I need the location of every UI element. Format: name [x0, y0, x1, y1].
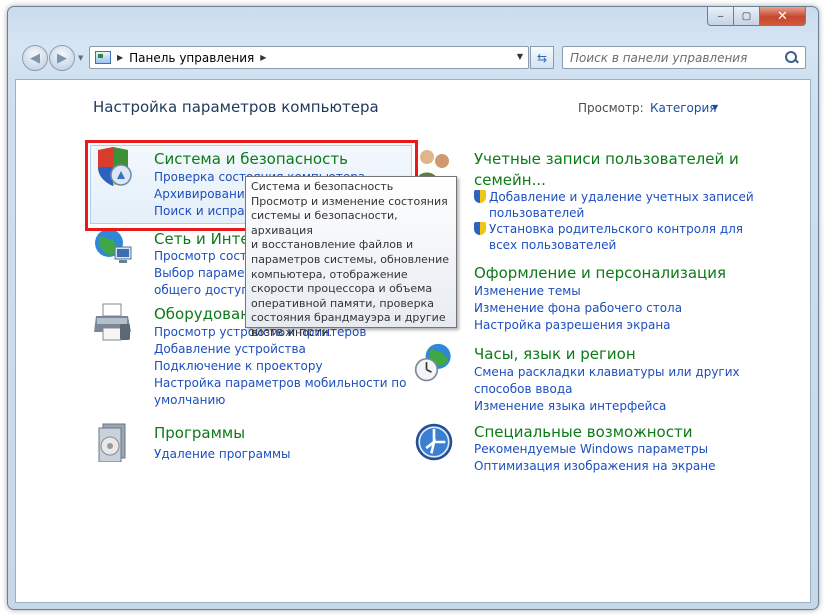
tooltip-line: состояния брандмауэра и другие [251, 311, 446, 325]
accessibility-icon [415, 423, 453, 461]
category-link[interactable]: способов ввода [474, 382, 573, 396]
tooltip-line: компьютера, отображение [251, 267, 408, 281]
category-link[interactable]: Добавление устройства [154, 342, 306, 356]
refresh-button[interactable]: ⇆ [530, 46, 554, 69]
tooltip-line: системы и безопасности, архивация [251, 209, 398, 237]
category-link[interactable]: общего доступа [154, 283, 256, 297]
breadcrumb-separator-icon[interactable]: ▶ [260, 53, 266, 62]
tooltip-line: оперативной памяти, проверка [251, 296, 434, 310]
back-arrow-icon: ◀ [30, 50, 40, 66]
category-link[interactable]: Изменение языка интерфейса [474, 399, 666, 413]
category-link[interactable]: Изменение темы [474, 284, 581, 298]
chevron-down-icon[interactable]: ▼ [712, 103, 718, 112]
view-by-label: Просмотр: [578, 101, 644, 115]
category-title[interactable]: Оформление и персонализация [474, 264, 726, 282]
category-title[interactable]: семейн... [474, 171, 546, 189]
category-link[interactable]: Настройка разрешения экрана [474, 318, 671, 332]
breadcrumb-control-panel[interactable]: Панель управления [129, 51, 254, 65]
back-button[interactable]: ◀ [22, 45, 48, 71]
category-title[interactable]: Специальные возможности [474, 423, 692, 441]
category-link[interactable]: Установка родительского контроля для [474, 222, 743, 236]
category-title[interactable]: Часы, язык и регион [474, 345, 636, 363]
category-link[interactable]: всех пользователей [489, 238, 616, 252]
close-button[interactable]: ✕ [760, 7, 806, 26]
content-area: Настройка параметров компьютера Просмотр… [15, 79, 811, 603]
category-title[interactable]: Программы [154, 424, 245, 442]
search-icon[interactable] [784, 50, 800, 66]
category-title[interactable]: Учетные записи пользователей и [474, 150, 739, 168]
category-link[interactable]: Смена раскладки клавиатуры или других [474, 365, 740, 379]
category-link[interactable]: Оптимизация изображения на экране [474, 459, 715, 473]
category-link[interactable]: Рекомендуемые Windows параметры [474, 442, 708, 456]
uac-shield-icon [474, 222, 486, 235]
breadcrumb-separator-icon[interactable]: ▶ [117, 53, 123, 62]
page-title: Настройка параметров компьютера [93, 98, 379, 116]
tooltip-line: возможности. [251, 325, 333, 339]
tooltip-line: Просмотр и изменение состояния [251, 194, 448, 208]
address-dropdown-icon[interactable]: ▼ [517, 52, 523, 61]
forward-button[interactable]: ▶ [49, 45, 75, 71]
minimize-button[interactable]: ‒ [707, 7, 734, 26]
category-link[interactable]: Добавление и удаление учетных записей [474, 190, 754, 204]
address-bar[interactable]: ▶ Панель управления ▶ ▼ [89, 46, 529, 69]
caption-buttons: ‒ ▢ ✕ [707, 7, 806, 27]
network-globe-icon [95, 229, 132, 263]
category-link[interactable]: умолчанию [154, 393, 225, 407]
tooltip-line: и восстановление файлов и [251, 238, 414, 252]
recent-pages-dropdown[interactable]: ▼ [78, 54, 83, 62]
printer-icon [94, 303, 131, 341]
category-link[interactable]: Изменение фона рабочего стола [474, 301, 682, 315]
tooltip-title: Система и безопасность [251, 180, 394, 193]
view-by-dropdown[interactable]: Категория [650, 101, 717, 115]
category-tooltip: Система и безопасность Просмотр и измене… [245, 176, 457, 339]
clock-globe-icon [414, 343, 451, 382]
category-link[interactable]: Настройка параметров мобильности по [154, 376, 407, 390]
tooltip-line: параметров системы, обновление [251, 252, 450, 266]
category-link[interactable]: Удаление программы [154, 447, 291, 461]
tooltip-line: скорости процессора и объема [251, 282, 433, 296]
uac-shield-icon [474, 190, 486, 203]
category-link[interactable]: Подключение к проектору [154, 359, 323, 373]
programs-icon [98, 423, 126, 462]
search-input[interactable]: Поиск в панели управления [570, 51, 784, 65]
control-panel-icon [95, 51, 111, 64]
maximize-button[interactable]: ▢ [734, 7, 760, 26]
category-link[interactable]: пользователей [489, 206, 584, 220]
forward-arrow-icon: ▶ [57, 50, 67, 66]
refresh-icon: ⇆ [536, 50, 548, 65]
search-box[interactable]: Поиск в панели управления [562, 46, 806, 69]
